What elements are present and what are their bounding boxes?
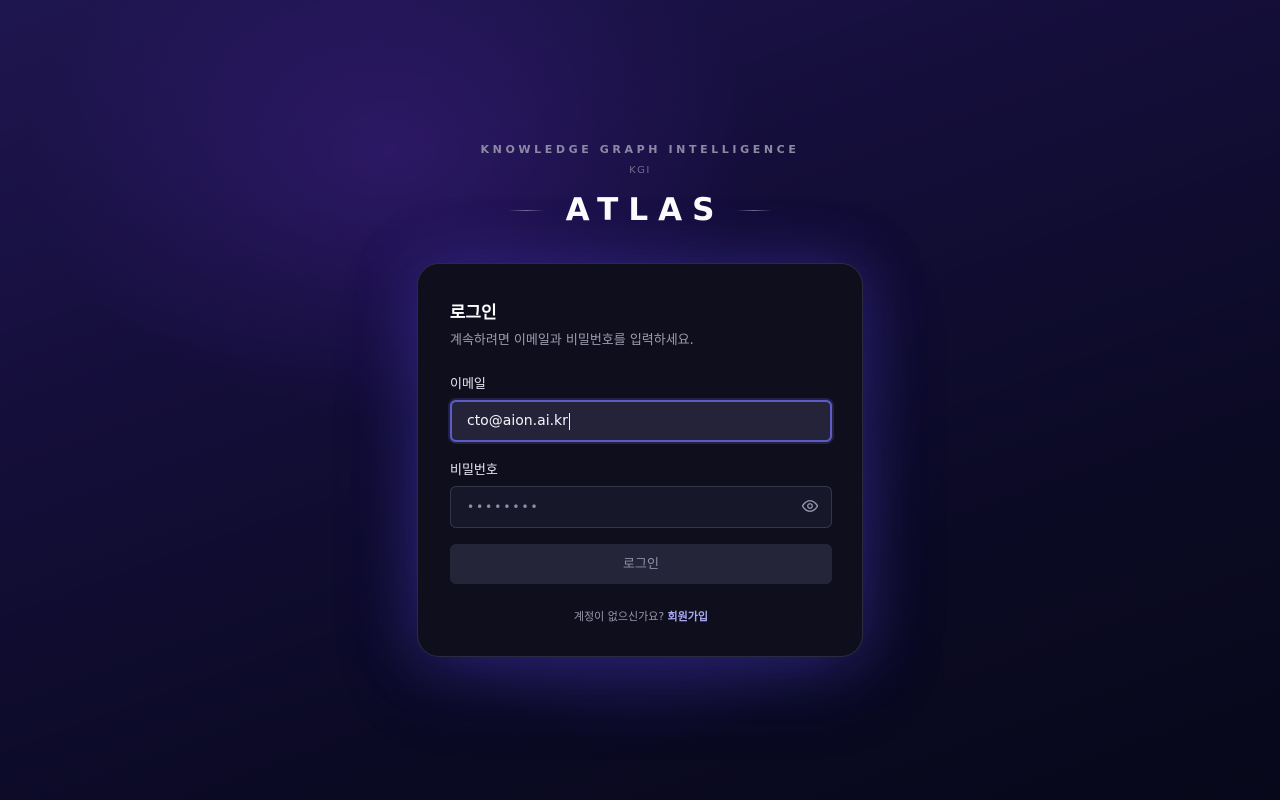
login-button[interactable]: 로그인 — [450, 544, 832, 584]
signup-prompt: 계정이 없으신가요? — [573, 610, 665, 623]
password-input-value: •••••••• — [467, 500, 540, 514]
signup-link[interactable]: 회원가입 — [668, 610, 708, 623]
brand-title: ATLAS — [565, 192, 725, 228]
email-input[interactable]: cto@aion.ai.kr — [450, 400, 832, 442]
brand-divider-right — [736, 209, 773, 211]
brand-tagline: KNOWLEDGE GRAPH INTELLIGENCE — [480, 143, 800, 156]
login-title: 로그인 — [450, 303, 497, 323]
email-label: 이메일 — [450, 377, 486, 392]
text-caret — [568, 412, 570, 430]
eye-icon[interactable] — [801, 497, 819, 515]
login-card: 로그인 계속하려면 이메일과 비밀번호를 입력하세요. 이메일 cto@aion… — [417, 263, 863, 657]
password-label: 비밀번호 — [450, 463, 498, 478]
signup-row: 계정이 없으신가요? 회원가입 — [418, 608, 864, 624]
login-subtitle: 계속하려면 이메일과 비밀번호를 입력하세요. — [450, 333, 694, 348]
brand-divider-left — [507, 209, 544, 211]
password-input[interactable]: •••••••• — [450, 486, 832, 528]
brand-title-row: ATLAS — [0, 192, 1280, 228]
brand-short-name: KGI — [629, 165, 651, 176]
email-input-value: cto@aion.ai.kr — [467, 413, 568, 429]
